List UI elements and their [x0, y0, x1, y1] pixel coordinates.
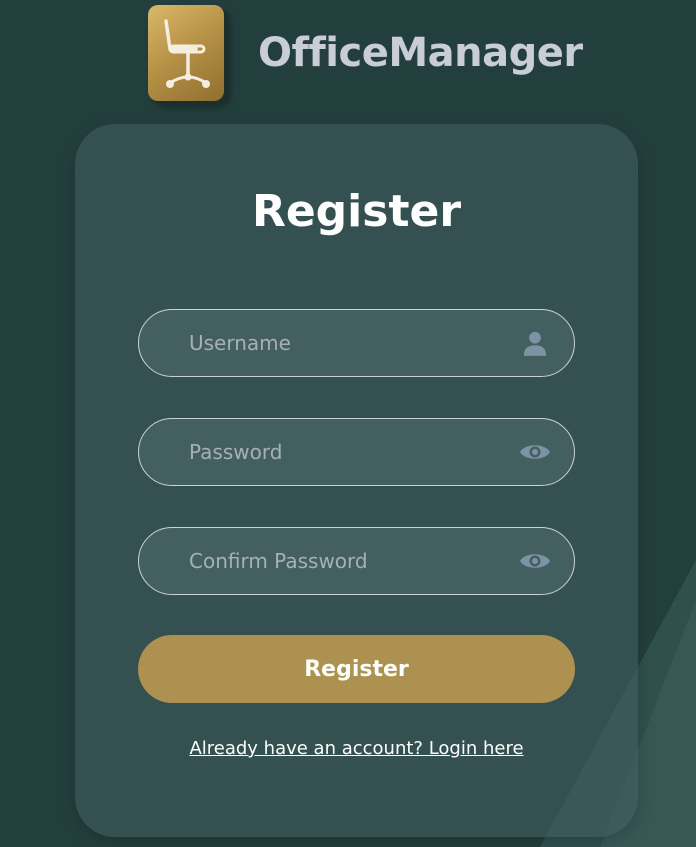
user-icon [518, 326, 552, 360]
brand-header: OfficeManager [148, 4, 583, 102]
eye-icon[interactable] [518, 435, 552, 469]
office-chair-icon [148, 5, 224, 101]
password-input[interactable] [139, 419, 518, 485]
register-card: Register Register [75, 124, 638, 837]
app-name: OfficeManager [258, 30, 583, 76]
username-input[interactable] [139, 310, 518, 376]
page-title: Register [251, 186, 462, 237]
login-link[interactable]: Already have an account? Login here [75, 738, 638, 759]
eye-icon[interactable] [518, 544, 552, 578]
confirm-password-input[interactable] [139, 528, 518, 594]
username-field[interactable] [138, 309, 575, 377]
register-button[interactable]: Register [138, 635, 575, 703]
password-field[interactable] [138, 418, 575, 486]
confirm-password-field[interactable] [138, 527, 575, 595]
